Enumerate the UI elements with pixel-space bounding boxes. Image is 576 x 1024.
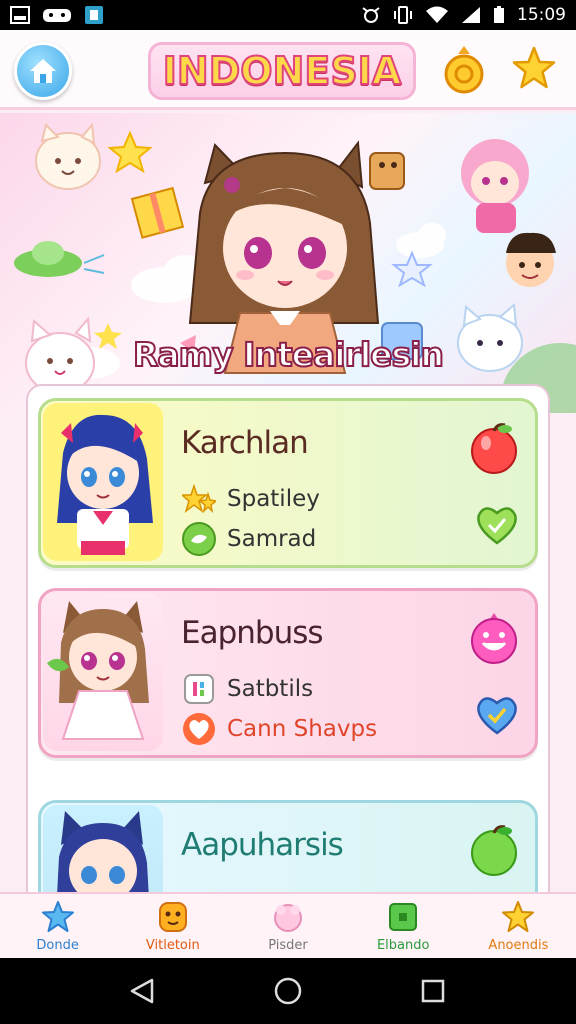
status-bar: 15:09 xyxy=(0,0,576,30)
hero-banner: Ramy Inteairlesin xyxy=(0,113,576,413)
green-badge-icon xyxy=(181,521,217,557)
stat-row: Spatiley xyxy=(181,481,320,517)
stat-row: Satbtils xyxy=(181,671,313,707)
recents-icon[interactable] xyxy=(418,976,448,1006)
smiley-icon[interactable] xyxy=(467,611,521,665)
star-icon xyxy=(502,900,535,932)
stat-label: Spatiley xyxy=(227,486,320,512)
coin-button[interactable] xyxy=(444,44,484,101)
grid-icon xyxy=(181,671,217,707)
stat-label: Satbtils xyxy=(227,676,314,702)
stat-label: Cann Shavps xyxy=(227,716,378,742)
app-screen: INDONESIA Ramy Inteairlesin Karchlan Spa… xyxy=(0,30,576,958)
apple-icon[interactable] xyxy=(467,823,521,877)
character-name: Aapuharsis xyxy=(181,827,344,863)
page-title: INDONESIA xyxy=(162,48,402,94)
star-icon xyxy=(512,46,556,89)
ghost-cat-sticker-1 xyxy=(35,122,101,190)
app-notification-icon xyxy=(85,6,103,24)
hero-name: Ramy Inteairlesin xyxy=(132,334,445,375)
alarm-icon xyxy=(362,7,380,23)
home-button[interactable] xyxy=(14,42,72,100)
heart-badge-icon xyxy=(181,711,217,747)
nav-item-donde[interactable]: Donde xyxy=(0,894,115,958)
stat-label: Samrad xyxy=(227,526,317,552)
nav-item-anoendis[interactable]: Anoendis xyxy=(461,894,576,958)
nav-label: Pisder xyxy=(268,937,308,953)
square-icon xyxy=(389,902,418,931)
nav-item-elbando[interactable]: Elbando xyxy=(346,894,461,958)
bottom-navigation: Donde Vitletoin Pisder Elbando Anoendis xyxy=(0,892,576,958)
star-button[interactable] xyxy=(512,46,556,95)
home-icon xyxy=(30,59,56,83)
stat-row: Cann Shavps xyxy=(181,711,377,747)
circle-home-icon[interactable] xyxy=(273,976,303,1006)
title-plate: INDONESIA xyxy=(148,42,416,100)
back-icon[interactable] xyxy=(128,976,158,1006)
character-list: Karchlan Spatiley Samrad Eapnbuss Satbti… xyxy=(26,384,550,944)
heart-icon[interactable] xyxy=(473,691,521,739)
game-controller-icon xyxy=(43,9,71,22)
vibrate-icon xyxy=(394,6,412,24)
character-name: Eapnbuss xyxy=(181,615,324,651)
nav-label: Anoendis xyxy=(488,937,549,953)
apple-icon[interactable] xyxy=(467,421,521,475)
stat-row: Samrad xyxy=(181,521,316,557)
character-card[interactable]: Karchlan Spatiley Samrad xyxy=(38,398,538,568)
character-avatar xyxy=(43,593,163,751)
nav-label: Elbando xyxy=(376,937,430,953)
status-time: 15:09 xyxy=(517,5,566,25)
nav-label: Donde xyxy=(36,937,79,953)
top-header: INDONESIA xyxy=(0,30,576,110)
puff-icon xyxy=(274,903,302,932)
character-name: Karchlan xyxy=(181,425,309,461)
coin-icon xyxy=(444,46,484,94)
sparkle-star-icon xyxy=(181,481,217,517)
nav-label: Vitletoin xyxy=(145,937,200,953)
wifi-icon xyxy=(426,6,448,23)
battery-icon xyxy=(494,6,504,23)
face-icon xyxy=(158,901,187,932)
system-navigation-bar xyxy=(0,958,576,1024)
gallery-icon xyxy=(10,6,30,24)
nav-item-pisder[interactable]: Pisder xyxy=(230,894,345,958)
nav-item-vitletoin[interactable]: Vitletoin xyxy=(115,894,230,958)
star-icon xyxy=(41,900,74,932)
character-avatar xyxy=(43,403,163,561)
heart-icon[interactable] xyxy=(473,501,521,549)
signal-icon xyxy=(462,7,480,23)
character-card[interactable]: Eapnbuss Satbtils Cann Shavps xyxy=(38,588,538,758)
